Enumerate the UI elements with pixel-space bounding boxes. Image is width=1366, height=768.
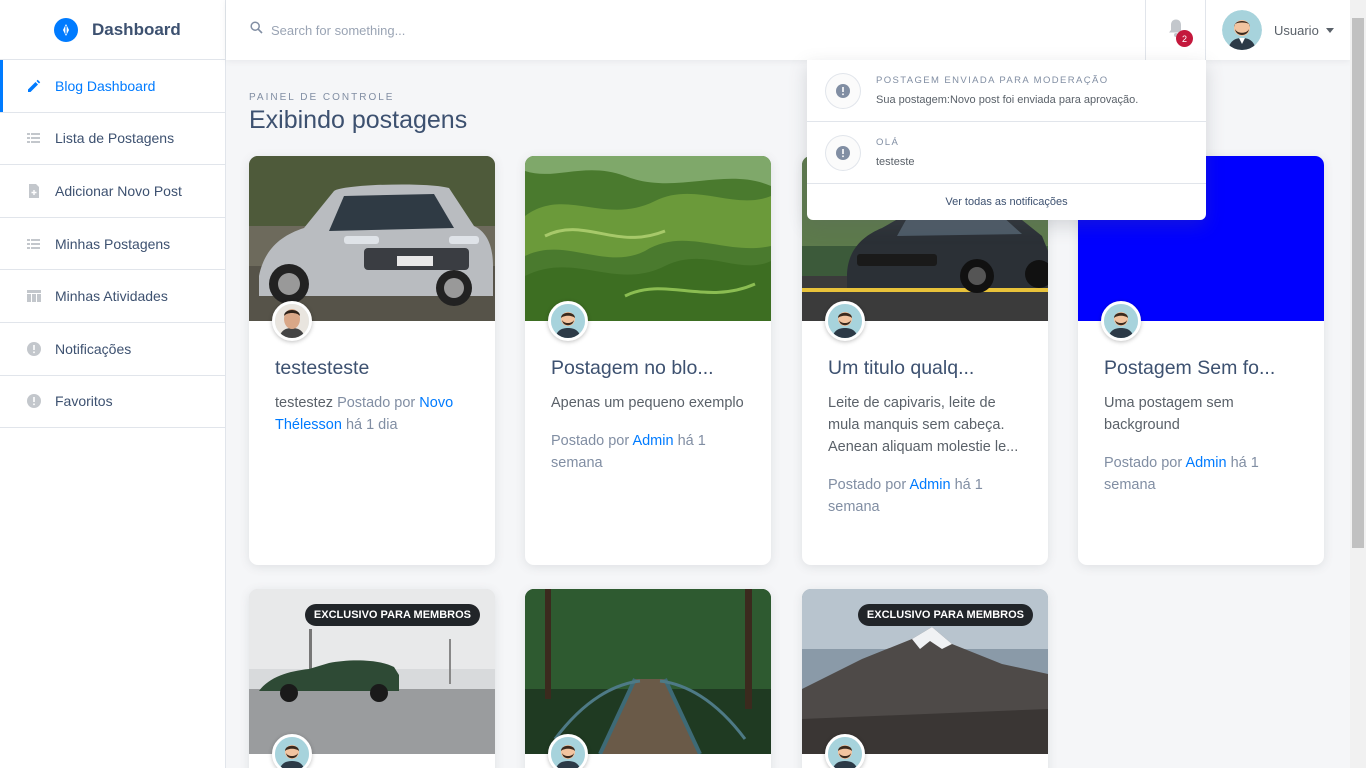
notifications-dropdown: POSTAGEM ENVIADA PARA MODERAÇÃO Sua post… bbox=[807, 60, 1206, 220]
page-scrollbar[interactable] bbox=[1350, 0, 1366, 768]
sidebar-item-notificacoes[interactable]: Notificações bbox=[0, 323, 225, 376]
post-image: EXCLUSIVO PARA MEMBROS bbox=[249, 589, 495, 754]
posted-by-label: Postado por bbox=[551, 433, 630, 449]
search-input[interactable] bbox=[271, 22, 671, 38]
post-time: há 1 dia bbox=[345, 417, 398, 433]
sidebar-item-minhas-atividades[interactable]: Minhas Atividades bbox=[0, 270, 225, 323]
page-subtitle: PAINEL DE CONTROLE bbox=[249, 92, 395, 103]
post-title[interactable]: Postagem no blo... bbox=[551, 357, 745, 380]
view-all-notifications-link[interactable]: Ver todas as notificações bbox=[807, 184, 1206, 220]
post-title[interactable]: Postagem Sem fo... bbox=[1104, 357, 1298, 380]
members-only-badge: EXCLUSIVO PARA MEMBROS bbox=[857, 604, 1033, 626]
post-image bbox=[525, 156, 771, 321]
members-only-badge: EXCLUSIVO PARA MEMBROS bbox=[304, 604, 480, 626]
list-icon bbox=[26, 130, 42, 146]
notification-text: Sua postagem:Novo post foi enviada para … bbox=[876, 94, 1139, 106]
brand[interactable]: Dashboard bbox=[0, 0, 225, 60]
post-card[interactable] bbox=[525, 589, 771, 768]
post-excerpt: Apenas um pequeno exemplo bbox=[551, 395, 744, 411]
post-image: EXCLUSIVO PARA MEMBROS bbox=[802, 589, 1048, 754]
page-title: Exibindo postagens bbox=[249, 106, 468, 134]
user-menu[interactable]: Usuario bbox=[1206, 0, 1350, 60]
notification-icon bbox=[826, 135, 860, 170]
post-card[interactable]: EXCLUSIVO PARA MEMBROS bbox=[802, 589, 1048, 768]
sidebar-item-blog-dashboard[interactable]: Blog Dashboard bbox=[0, 60, 225, 113]
search-bar bbox=[226, 0, 1145, 60]
sidebar-item-adicionar-novo-post[interactable]: Adicionar Novo Post bbox=[0, 165, 225, 218]
post-card[interactable]: Postagem no blo... Apenas um pequeno exe… bbox=[525, 156, 771, 565]
author-link[interactable]: Admin bbox=[909, 477, 950, 493]
brand-logo-icon bbox=[54, 17, 78, 42]
sidebar-item-label: Lista de Postagens bbox=[55, 130, 175, 147]
sidebar-item-label: Favoritos bbox=[55, 393, 113, 410]
topbar: 2 Usuario bbox=[226, 0, 1350, 60]
post-meta: Postado por Admin há 1 semana bbox=[551, 430, 745, 474]
note-add-icon bbox=[26, 183, 42, 199]
author-avatar[interactable] bbox=[1101, 301, 1141, 341]
sidebar-item-label: Notificações bbox=[55, 340, 132, 357]
brand-title: Dashboard bbox=[92, 19, 181, 39]
notification-item[interactable]: POSTAGEM ENVIADA PARA MODERAÇÃO Sua post… bbox=[807, 60, 1206, 122]
notification-text: testeste bbox=[876, 156, 915, 168]
sidebar-item-favoritos[interactable]: Favoritos bbox=[0, 376, 225, 429]
sidebar-item-label: Minhas Atividades bbox=[55, 288, 168, 305]
post-card[interactable]: EXCLUSIVO PARA MEMBROS bbox=[249, 589, 495, 768]
avatar bbox=[1222, 10, 1262, 50]
post-card[interactable]: testesteste testestez Postado por Novo T… bbox=[249, 156, 495, 565]
sidebar-item-label: Minhas Postagens bbox=[55, 235, 171, 252]
author-avatar[interactable] bbox=[272, 301, 312, 341]
post-excerpt: testestez bbox=[275, 395, 334, 411]
post-image bbox=[249, 156, 495, 321]
sidebar-item-label: Adicionar Novo Post bbox=[55, 182, 182, 199]
caret-down-icon bbox=[1325, 27, 1334, 33]
author-avatar[interactable] bbox=[272, 734, 312, 768]
list-icon bbox=[26, 236, 42, 252]
post-image bbox=[525, 589, 771, 754]
sidebar-item-label: Blog Dashboard bbox=[55, 77, 156, 94]
sidebar-item-lista-de-postagens[interactable]: Lista de Postagens bbox=[0, 113, 225, 166]
table-icon bbox=[26, 288, 42, 304]
notification-title: OLÁ bbox=[876, 137, 900, 148]
author-link[interactable]: Admin bbox=[632, 433, 673, 449]
sidebar: Dashboard Blog Dashboard Lista de Postag… bbox=[0, 0, 226, 768]
notification-count-badge: 2 bbox=[1176, 30, 1193, 47]
notification-title: POSTAGEM ENVIADA PARA MODERAÇÃO bbox=[876, 75, 1109, 86]
info-icon bbox=[26, 341, 42, 357]
notifications-button[interactable]: 2 bbox=[1145, 0, 1206, 60]
edit-icon bbox=[26, 78, 42, 94]
post-meta: testestez Postado por Novo Thélesson há … bbox=[275, 392, 469, 436]
search-icon bbox=[250, 21, 263, 39]
post-excerpt: Leite de capivaris, leite de mula manqui… bbox=[828, 395, 1019, 455]
post-meta: Postado por Admin há 1 semana bbox=[828, 474, 1022, 518]
author-avatar[interactable] bbox=[825, 301, 865, 341]
author-link[interactable]: Admin bbox=[1185, 455, 1226, 471]
notification-icon bbox=[826, 73, 860, 108]
posted-by-label: Postado por bbox=[1104, 455, 1183, 471]
post-title[interactable]: Um titulo qualq... bbox=[828, 357, 1022, 380]
author-avatar[interactable] bbox=[548, 734, 588, 768]
posted-by-label: Postado por bbox=[828, 477, 907, 493]
sidebar-item-minhas-postagens[interactable]: Minhas Postagens bbox=[0, 218, 225, 271]
scrollbar-thumb[interactable] bbox=[1352, 18, 1364, 548]
info-icon bbox=[26, 393, 42, 409]
post-meta: Postado por Admin há 1 semana bbox=[1104, 452, 1298, 496]
posted-by-label: Postado por bbox=[337, 395, 416, 411]
post-excerpt: Uma postagem sem background bbox=[1104, 395, 1234, 433]
author-avatar[interactable] bbox=[825, 734, 865, 768]
user-name: Usuario bbox=[1274, 22, 1319, 38]
notification-item[interactable]: OLÁ testeste bbox=[807, 122, 1206, 184]
author-avatar[interactable] bbox=[548, 301, 588, 341]
post-title[interactable]: testesteste bbox=[275, 357, 469, 380]
